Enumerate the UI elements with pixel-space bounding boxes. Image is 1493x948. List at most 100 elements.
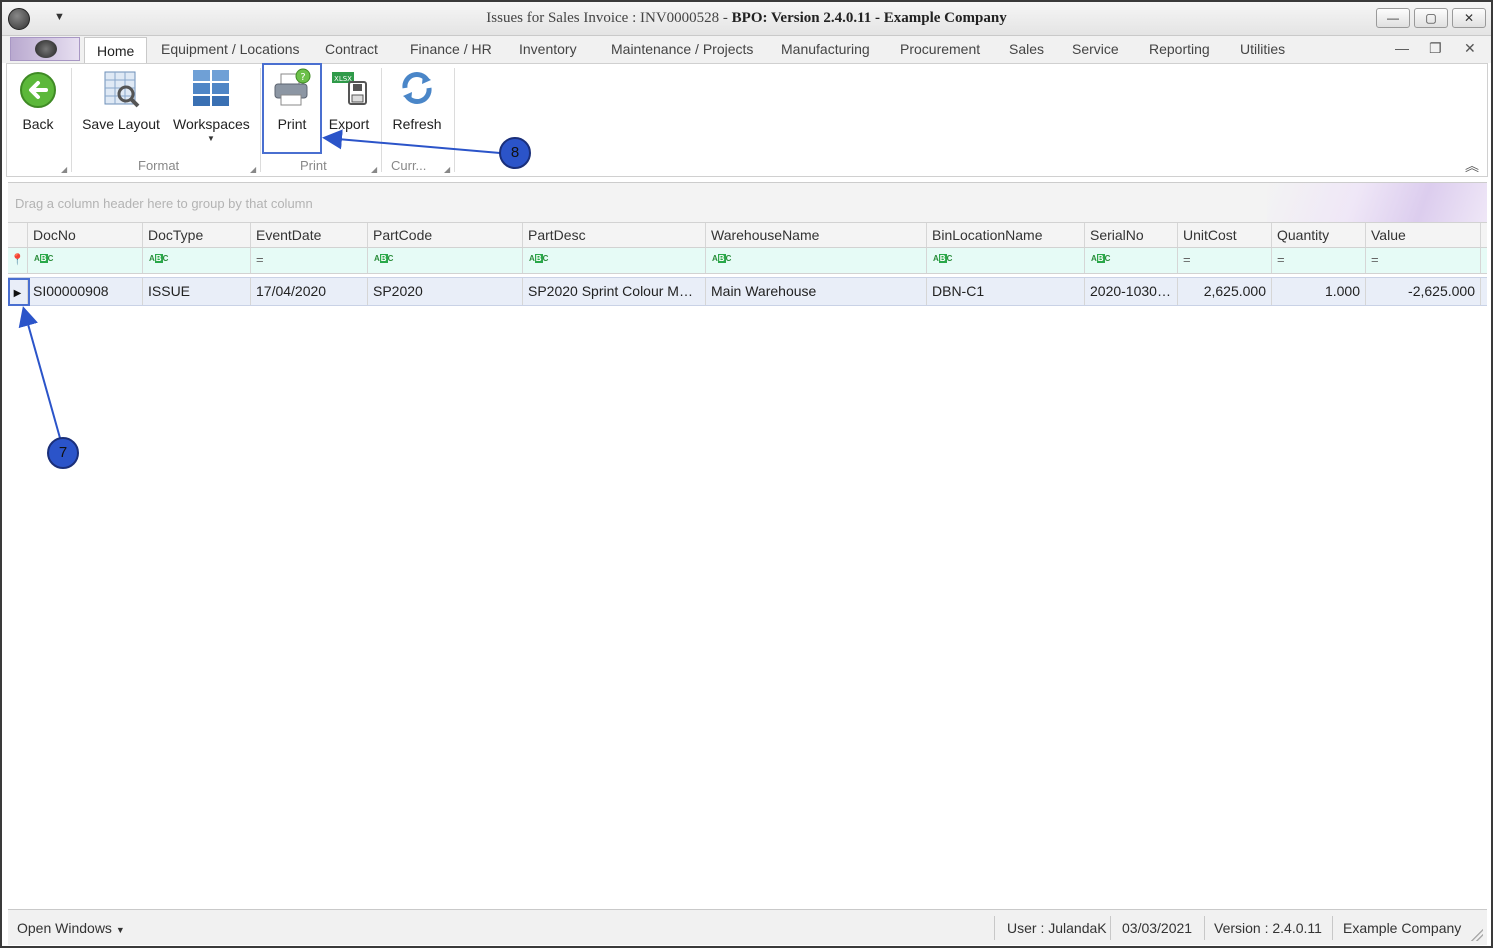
tab-inventory[interactable]: Inventory (519, 41, 577, 57)
application-menu-button[interactable] (10, 37, 80, 61)
filter-value[interactable]: = (1366, 248, 1481, 273)
status-date: 03/03/2021 (1122, 920, 1193, 936)
cell-partcode[interactable]: SP2020 (368, 278, 523, 305)
group-panel-decoration (1267, 183, 1487, 222)
text-filter-icon: ABC (529, 254, 549, 263)
minimize-button[interactable]: — (1376, 8, 1410, 28)
ribbon-separator (381, 68, 382, 172)
equals-filter-icon: = (1371, 252, 1379, 267)
filter-doctype[interactable]: ABC (143, 248, 251, 273)
filter-binlocationname[interactable]: ABC (927, 248, 1085, 273)
cell-warehousename[interactable]: Main Warehouse (706, 278, 927, 305)
status-separator (1332, 916, 1333, 940)
tab-manufacturing[interactable]: Manufacturing (781, 41, 870, 57)
filter-docno[interactable]: ABC (28, 248, 143, 273)
table-row[interactable]: ▶ SI00000908 ISSUE 17/04/2020 SP2020 SP2… (8, 277, 1487, 306)
callout-8: 8 (499, 137, 531, 169)
status-bar: Open Windows ▼ User : JulandaK 03/03/202… (8, 909, 1487, 945)
cell-docno[interactable]: SI00000908 (28, 278, 143, 305)
open-windows-button[interactable]: Open Windows ▼ (17, 920, 125, 936)
mdi-close-icon[interactable]: ✕ (1464, 40, 1476, 57)
back-button[interactable]: Back (17, 68, 59, 132)
status-separator (1204, 916, 1205, 940)
column-header-doctype[interactable]: DocType (143, 223, 251, 247)
mdi-minimize-icon[interactable]: — (1395, 40, 1409, 56)
print-highlight-box (262, 63, 322, 154)
text-filter-icon: ABC (933, 254, 953, 263)
back-arrow-icon (20, 72, 56, 108)
text-filter-icon: ABC (149, 254, 169, 263)
filter-warehousename[interactable]: ABC (706, 248, 927, 273)
save-layout-button[interactable]: Save Layout (81, 68, 161, 132)
workspaces-dropdown-icon: ▼ (207, 134, 215, 143)
column-header-docno[interactable]: DocNo (28, 223, 143, 247)
filter-quantity[interactable]: = (1272, 248, 1366, 273)
column-header-binlocationname[interactable]: BinLocationName (927, 223, 1085, 247)
export-button[interactable]: XLSX Export (325, 68, 373, 132)
tab-reporting[interactable]: Reporting (1149, 41, 1210, 57)
column-header-eventdate[interactable]: EventDate (251, 223, 368, 247)
tab-equipment-locations[interactable]: Equipment / Locations (161, 41, 300, 57)
resize-grip-icon[interactable] (1471, 929, 1483, 941)
tab-utilities[interactable]: Utilities (1240, 41, 1285, 57)
ribbon-separator (71, 68, 72, 172)
filter-unitcost[interactable]: = (1178, 248, 1272, 273)
column-header-unitcost[interactable]: UnitCost (1178, 223, 1272, 247)
column-header-partcode[interactable]: PartCode (368, 223, 523, 247)
column-header-value[interactable]: Value (1366, 223, 1481, 247)
export-label: Export (328, 116, 370, 132)
cell-doctype[interactable]: ISSUE (143, 278, 251, 305)
tab-finance-hr[interactable]: Finance / HR (410, 41, 492, 57)
filter-serialno[interactable]: ABC (1085, 248, 1178, 273)
tab-home[interactable]: Home (84, 37, 148, 64)
auto-filter-row: 📍 ABC ABC = ABC ABC ABC ABC ABC = = = (8, 248, 1487, 274)
tab-service[interactable]: Service (1072, 41, 1119, 57)
filter-partdesc[interactable]: ABC (523, 248, 706, 273)
close-button[interactable]: ✕ (1452, 8, 1486, 28)
column-header-warehousename[interactable]: WarehouseName (706, 223, 927, 247)
status-separator (994, 916, 995, 940)
tab-contract[interactable]: Contract (325, 41, 378, 57)
group-by-panel[interactable]: Drag a column header here to group by th… (8, 182, 1487, 222)
column-header-row: DocNo DocType EventDate PartCode PartDes… (8, 222, 1487, 248)
refresh-icon (402, 72, 432, 104)
filter-row-pin-icon: 📍 (8, 248, 28, 273)
dialog-launcher-icon[interactable]: ◢ (444, 165, 450, 174)
workspaces-grid-icon (193, 70, 229, 106)
group-by-hint: Drag a column header here to group by th… (15, 196, 313, 211)
equals-filter-icon: = (1277, 252, 1285, 267)
cell-quantity[interactable]: 1.000 (1272, 278, 1366, 305)
text-filter-icon: ABC (34, 254, 54, 263)
cell-serialno[interactable]: 2020-103057 (1085, 278, 1178, 305)
filter-eventdate[interactable]: = (251, 248, 368, 273)
refresh-button[interactable]: Refresh (391, 68, 443, 132)
status-separator (1110, 916, 1111, 940)
workspaces-button[interactable]: Workspaces ▼ (173, 68, 250, 143)
window-title-prefix: Issues for Sales Invoice : INV0000528 - (486, 10, 732, 26)
column-header-partdesc[interactable]: PartDesc (523, 223, 706, 247)
group-print-label: Print (300, 158, 327, 173)
cell-value[interactable]: -2,625.000 (1366, 278, 1481, 305)
dialog-launcher-icon[interactable]: ◢ (250, 165, 256, 174)
cell-eventdate[interactable]: 17/04/2020 (251, 278, 368, 305)
arrow-7 (18, 306, 61, 439)
tab-maintenance-projects[interactable]: Maintenance / Projects (611, 41, 753, 57)
cell-binlocationname[interactable]: DBN-C1 (927, 278, 1085, 305)
dialog-launcher-icon[interactable]: ◢ (61, 165, 67, 174)
column-header-quantity[interactable]: Quantity (1272, 223, 1366, 247)
filter-partcode[interactable]: ABC (368, 248, 523, 273)
mdi-restore-icon[interactable]: ❐ (1429, 40, 1442, 57)
column-header-serialno[interactable]: SerialNo (1085, 223, 1178, 247)
ribbon-separator (260, 68, 261, 172)
cell-partdesc[interactable]: SP2020 Sprint Colour MF C... (523, 278, 706, 305)
dialog-launcher-icon[interactable]: ◢ (371, 165, 377, 174)
tab-procurement[interactable]: Procurement (900, 41, 980, 57)
cell-unitcost[interactable]: 2,625.000 (1178, 278, 1272, 305)
tab-sales[interactable]: Sales (1009, 41, 1044, 57)
save-layout-icon (104, 71, 140, 108)
window-title: Issues for Sales Invoice : INV0000528 - … (2, 10, 1491, 27)
collapse-ribbon-icon[interactable]: ︽ (1465, 156, 1479, 176)
maximize-button[interactable]: ▢ (1414, 8, 1448, 28)
ribbon-separator (454, 68, 455, 172)
group-format-label: Format (138, 158, 180, 173)
